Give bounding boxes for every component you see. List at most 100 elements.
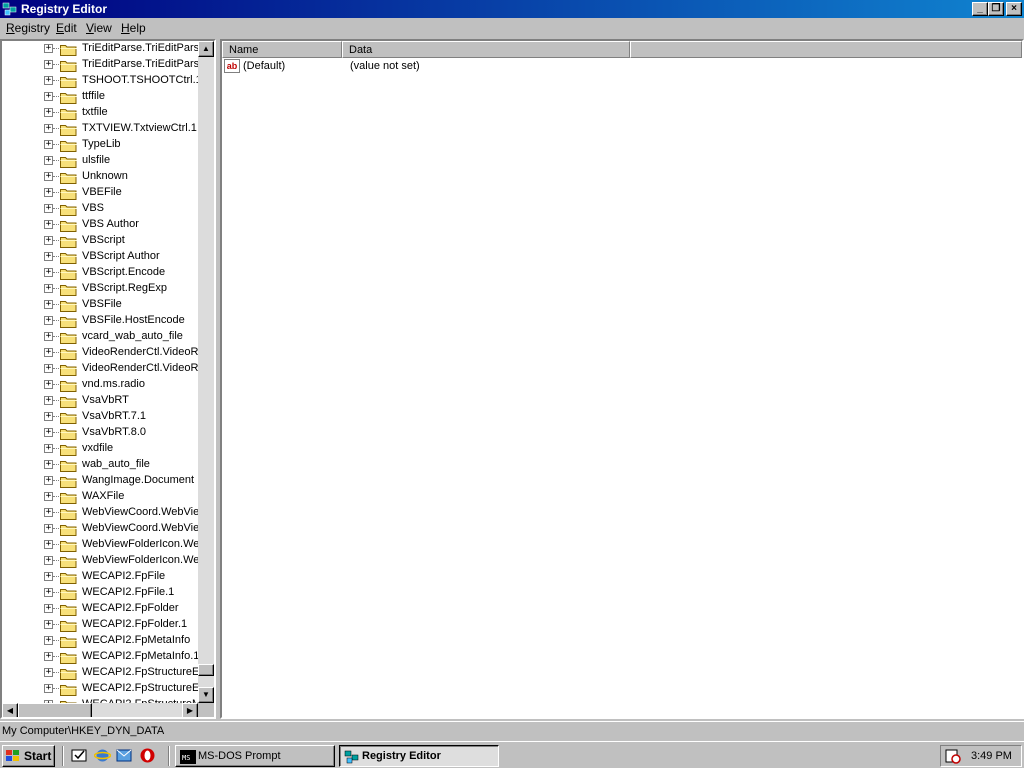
tree-item[interactable]: + VsaVbRT.7.1 [2,409,198,425]
expand-icon[interactable]: + [44,412,53,421]
expand-icon[interactable]: + [44,556,53,565]
expand-icon[interactable]: + [44,396,53,405]
expand-icon[interactable]: + [44,476,53,485]
tree-hscroll-thumb[interactable] [18,703,92,717]
expand-icon[interactable]: + [44,668,53,677]
expand-icon[interactable]: + [44,524,53,533]
tree-item[interactable]: + VBSFile [2,297,198,313]
expand-icon[interactable]: + [44,444,53,453]
expand-icon[interactable]: + [44,60,53,69]
expand-icon[interactable]: + [44,268,53,277]
expand-icon[interactable]: + [44,236,53,245]
tree-item[interactable]: + VBS [2,201,198,217]
tree-item[interactable]: + wab_auto_file [2,457,198,473]
close-button[interactable]: × [1006,2,1022,16]
expand-icon[interactable]: + [44,124,53,133]
tree-item[interactable]: + WangImage.Document [2,473,198,489]
tree-item[interactable]: + WECAPI2.FpFolder [2,601,198,617]
menu-help[interactable]: Help [121,21,146,35]
outlook-express-icon[interactable] [116,747,133,764]
expand-icon[interactable]: + [44,380,53,389]
tree-item[interactable]: + vxdfile [2,441,198,457]
tree-item[interactable]: + vnd.ms.radio [2,377,198,393]
expand-icon[interactable]: + [44,684,53,693]
expand-icon[interactable]: + [44,652,53,661]
expand-icon[interactable]: + [44,140,53,149]
tree-item[interactable]: + WebViewFolderIcon.Wel [2,537,198,553]
start-button[interactable]: Start [2,745,55,767]
tree-item[interactable]: + Unknown [2,169,198,185]
expand-icon[interactable]: + [44,188,53,197]
scroll-up-button[interactable]: ▲ [198,41,214,57]
tree-item[interactable]: + TypeLib [2,137,198,153]
tree-item[interactable]: + VideoRenderCtl.VideoRe [2,361,198,377]
tree-item[interactable]: + WECAPI2.FpFile.1 [2,585,198,601]
scroll-left-button[interactable]: ◀ [2,703,18,717]
task-registry-editor[interactable]: Registry Editor [339,745,499,767]
tree-item[interactable]: + TXTVIEW.TxtviewCtrl.1 [2,121,198,137]
expand-icon[interactable]: + [44,636,53,645]
tree-item[interactable]: + ttffile [2,89,198,105]
tree-item[interactable]: + VBSFile.HostEncode [2,313,198,329]
value-row[interactable]: ab (Default) (value not set) [224,59,624,75]
show-desktop-icon[interactable] [71,747,88,764]
expand-icon[interactable]: + [44,332,53,341]
column-header-data[interactable]: Data [342,41,630,58]
expand-icon[interactable]: + [44,76,53,85]
scroll-down-button[interactable]: ▼ [198,687,214,703]
tree-item[interactable]: + VBScript.RegExp [2,281,198,297]
opera-icon[interactable] [139,747,156,764]
expand-icon[interactable]: + [44,508,53,517]
expand-icon[interactable]: + [44,284,53,293]
tree-item[interactable]: + WebViewCoord.WebView [2,505,198,521]
tree-item[interactable]: + WECAPI2.FpMetaInfo.1 [2,649,198,665]
tree-item[interactable]: + TriEditParse.TriEditParse [2,57,198,73]
tree-item[interactable]: + TriEditParse.TriEditParse [2,41,198,57]
tree-item[interactable]: + VBScript.Encode [2,265,198,281]
tree-item[interactable]: + WECAPI2.FpStructureEle [2,681,198,697]
tree-item[interactable]: + VBEFile [2,185,198,201]
clock[interactable]: 3:49 PM [971,750,1012,762]
expand-icon[interactable]: + [44,204,53,213]
tree-horizontal-scrollbar[interactable]: ◀ ▶ [2,703,198,717]
expand-icon[interactable]: + [44,460,53,469]
tree-item[interactable]: + WECAPI2.FpMetaInfo [2,633,198,649]
tree-item[interactable]: + ulsfile [2,153,198,169]
expand-icon[interactable]: + [44,588,53,597]
expand-icon[interactable]: + [44,252,53,261]
tree-item[interactable]: + WebViewFolderIcon.Wel [2,553,198,569]
tree-item[interactable]: + VideoRenderCtl.VideoRe [2,345,198,361]
tree-item[interactable]: + WAXFile [2,489,198,505]
tree-item[interactable]: + txtfile [2,105,198,121]
expand-icon[interactable]: + [44,348,53,357]
expand-icon[interactable]: + [44,156,53,165]
scheduler-icon[interactable] [945,748,961,764]
restore-button[interactable]: ❐ [988,2,1004,16]
tree-vscroll-thumb[interactable] [198,664,214,676]
tree-item[interactable]: + WECAPI2.FpFolder.1 [2,617,198,633]
minimize-button[interactable]: _ [972,2,988,16]
expand-icon[interactable]: + [44,620,53,629]
expand-icon[interactable]: + [44,316,53,325]
menu-view[interactable]: View [86,21,112,35]
menu-edit[interactable]: Edit [56,21,77,35]
expand-icon[interactable]: + [44,220,53,229]
tree-item[interactable]: + VBScript [2,233,198,249]
tree-item[interactable]: + vcard_wab_auto_file [2,329,198,345]
expand-icon[interactable]: + [44,364,53,373]
expand-icon[interactable]: + [44,300,53,309]
tree-item[interactable]: + VsaVbRT [2,393,198,409]
tree-item[interactable]: + WebViewCoord.WebView [2,521,198,537]
tree-item[interactable]: + VsaVbRT.8.0 [2,425,198,441]
tree-vertical-scrollbar[interactable]: ▲ ▼ [198,41,214,705]
expand-icon[interactable]: + [44,428,53,437]
expand-icon[interactable]: + [44,172,53,181]
column-header-name[interactable]: Name [222,41,342,58]
tree-item[interactable]: + VBScript Author [2,249,198,265]
tree-item[interactable]: + WECAPI2.FpFile [2,569,198,585]
expand-icon[interactable]: + [44,604,53,613]
expand-icon[interactable]: + [44,92,53,101]
internet-explorer-icon[interactable] [94,747,111,764]
expand-icon[interactable]: + [44,540,53,549]
tree-item[interactable]: + VBS Author [2,217,198,233]
